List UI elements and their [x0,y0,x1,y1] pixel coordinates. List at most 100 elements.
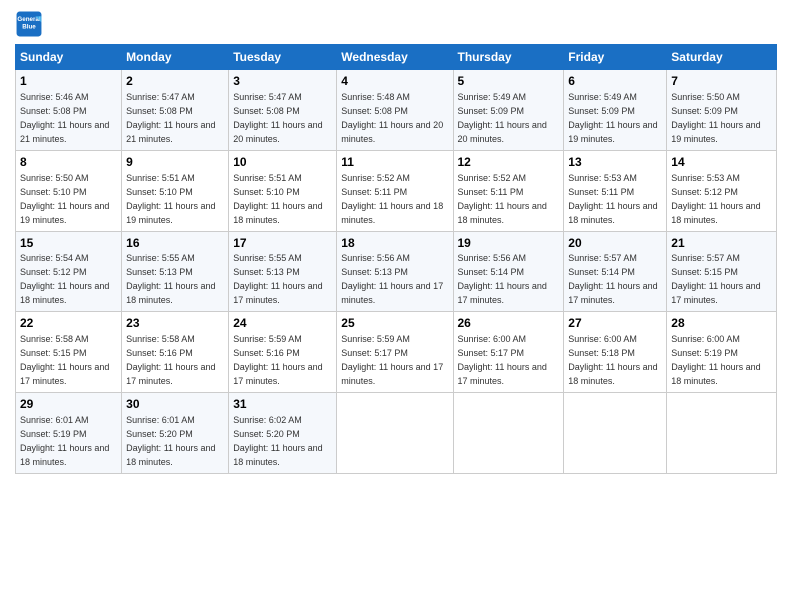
day-number: 8 [20,154,117,171]
calendar-cell: 26 Sunrise: 6:00 AMSunset: 5:17 PMDayligh… [453,312,564,393]
calendar-cell: 16Sunrise: 5:55 AMSunset: 5:13 PMDayligh… [122,231,229,312]
day-number: 3 [233,73,332,90]
day-detail: Sunrise: 5:51 AMSunset: 5:10 PMDaylight:… [126,173,215,225]
calendar-cell: 29 Sunrise: 6:01 AMSunset: 5:19 PMDayligh… [16,393,122,474]
calendar-cell: 21Sunrise: 5:57 AMSunset: 5:15 PMDayligh… [667,231,777,312]
day-detail: Sunrise: 6:01 AMSunset: 5:20 PMDaylight:… [126,415,215,467]
calendar-cell: 20Sunrise: 5:57 AMSunset: 5:14 PMDayligh… [564,231,667,312]
day-number: 21 [671,235,772,252]
day-number: 15 [20,235,117,252]
calendar-week-row: 22 Sunrise: 5:58 AMSunset: 5:15 PMDayligh… [16,312,777,393]
day-number: 30 [126,396,224,413]
calendar-cell: 14 Sunrise: 5:53 AMSunset: 5:12 PMDayligh… [667,150,777,231]
header-row: SundayMondayTuesdayWednesdayThursdayFrid… [16,45,777,70]
logo: General Blue [15,10,47,38]
weekday-header: Wednesday [337,45,453,70]
day-number: 19 [458,235,560,252]
day-number: 4 [341,73,448,90]
calendar-cell: 19Sunrise: 5:56 AMSunset: 5:14 PMDayligh… [453,231,564,312]
day-number: 2 [126,73,224,90]
day-number: 23 [126,315,224,332]
weekday-header: Saturday [667,45,777,70]
day-number: 7 [671,73,772,90]
day-number: 1 [20,73,117,90]
day-detail: Sunrise: 5:51 AMSunset: 5:10 PMDaylight:… [233,173,322,225]
day-detail: Sunrise: 6:00 AMSunset: 5:18 PMDaylight:… [568,334,657,386]
day-number: 12 [458,154,560,171]
calendar-cell: 2 Sunrise: 5:47 AMSunset: 5:08 PMDaylight… [122,70,229,151]
day-detail: Sunrise: 5:50 AMSunset: 5:09 PMDaylight:… [671,92,760,144]
day-detail: Sunrise: 5:47 AMSunset: 5:08 PMDaylight:… [233,92,322,144]
day-detail: Sunrise: 5:49 AMSunset: 5:09 PMDaylight:… [568,92,657,144]
day-detail: Sunrise: 5:55 AMSunset: 5:13 PMDaylight:… [126,253,215,305]
weekday-header: Tuesday [229,45,337,70]
day-detail: Sunrise: 6:00 AMSunset: 5:17 PMDaylight:… [458,334,547,386]
day-detail: Sunrise: 5:59 AMSunset: 5:17 PMDaylight:… [341,334,443,386]
calendar-week-row: 8 Sunrise: 5:50 AMSunset: 5:10 PMDaylight… [16,150,777,231]
day-number: 29 [20,396,117,413]
day-number: 22 [20,315,117,332]
calendar-cell: 5 Sunrise: 5:49 AMSunset: 5:09 PMDaylight… [453,70,564,151]
day-detail: Sunrise: 5:57 AMSunset: 5:15 PMDaylight:… [671,253,760,305]
calendar-header: SundayMondayTuesdayWednesdayThursdayFrid… [16,45,777,70]
day-detail: Sunrise: 5:46 AMSunset: 5:08 PMDaylight:… [20,92,109,144]
day-number: 26 [458,315,560,332]
weekday-header: Monday [122,45,229,70]
logo-icon: General Blue [15,10,43,38]
day-detail: Sunrise: 5:53 AMSunset: 5:11 PMDaylight:… [568,173,657,225]
day-detail: Sunrise: 5:56 AMSunset: 5:14 PMDaylight:… [458,253,547,305]
day-detail: Sunrise: 5:55 AMSunset: 5:13 PMDaylight:… [233,253,322,305]
day-detail: Sunrise: 5:58 AMSunset: 5:16 PMDaylight:… [126,334,215,386]
calendar-cell: 23 Sunrise: 5:58 AMSunset: 5:16 PMDayligh… [122,312,229,393]
day-detail: Sunrise: 6:02 AMSunset: 5:20 PMDaylight:… [233,415,322,467]
day-detail: Sunrise: 5:50 AMSunset: 5:10 PMDaylight:… [20,173,109,225]
calendar-cell: 24Sunrise: 5:59 AMSunset: 5:16 PMDayligh… [229,312,337,393]
calendar-cell: 11Sunrise: 5:52 AMSunset: 5:11 PMDayligh… [337,150,453,231]
day-detail: Sunrise: 5:56 AMSunset: 5:13 PMDaylight:… [341,253,443,305]
calendar-cell [667,393,777,474]
calendar-cell: 7 Sunrise: 5:50 AMSunset: 5:09 PMDaylight… [667,70,777,151]
day-number: 28 [671,315,772,332]
day-number: 13 [568,154,662,171]
day-detail: Sunrise: 5:47 AMSunset: 5:08 PMDaylight:… [126,92,215,144]
calendar-cell [564,393,667,474]
calendar-cell: 12Sunrise: 5:52 AMSunset: 5:11 PMDayligh… [453,150,564,231]
calendar-cell: 6Sunrise: 5:49 AMSunset: 5:09 PMDaylight… [564,70,667,151]
calendar-week-row: 15Sunrise: 5:54 AMSunset: 5:12 PMDayligh… [16,231,777,312]
day-detail: Sunrise: 5:54 AMSunset: 5:12 PMDaylight:… [20,253,109,305]
calendar-cell: 22 Sunrise: 5:58 AMSunset: 5:15 PMDayligh… [16,312,122,393]
calendar-cell: 25 Sunrise: 5:59 AMSunset: 5:17 PMDayligh… [337,312,453,393]
calendar-cell [337,393,453,474]
day-number: 10 [233,154,332,171]
svg-text:Blue: Blue [22,24,36,31]
calendar-cell: 31 Sunrise: 6:02 AMSunset: 5:20 PMDayligh… [229,393,337,474]
day-detail: Sunrise: 5:58 AMSunset: 5:15 PMDaylight:… [20,334,109,386]
day-detail: Sunrise: 5:49 AMSunset: 5:09 PMDaylight:… [458,92,547,144]
day-number: 5 [458,73,560,90]
calendar-cell [453,393,564,474]
day-number: 25 [341,315,448,332]
day-number: 31 [233,396,332,413]
day-detail: Sunrise: 5:53 AMSunset: 5:12 PMDaylight:… [671,173,760,225]
calendar-table: SundayMondayTuesdayWednesdayThursdayFrid… [15,44,777,474]
day-number: 27 [568,315,662,332]
day-detail: Sunrise: 6:01 AMSunset: 5:19 PMDaylight:… [20,415,109,467]
day-detail: Sunrise: 6:00 AMSunset: 5:19 PMDaylight:… [671,334,760,386]
day-detail: Sunrise: 5:48 AMSunset: 5:08 PMDaylight:… [341,92,443,144]
page-container: General Blue SundayMondayTuesdayWednesda… [0,0,792,484]
day-detail: Sunrise: 5:57 AMSunset: 5:14 PMDaylight:… [568,253,657,305]
calendar-cell: 18Sunrise: 5:56 AMSunset: 5:13 PMDayligh… [337,231,453,312]
day-detail: Sunrise: 5:59 AMSunset: 5:16 PMDaylight:… [233,334,322,386]
day-number: 14 [671,154,772,171]
calendar-cell: 17Sunrise: 5:55 AMSunset: 5:13 PMDayligh… [229,231,337,312]
calendar-cell: 3 Sunrise: 5:47 AMSunset: 5:08 PMDaylight… [229,70,337,151]
calendar-body: 1 Sunrise: 5:46 AMSunset: 5:08 PMDaylight… [16,70,777,474]
calendar-cell: 28 Sunrise: 6:00 AMSunset: 5:19 PMDayligh… [667,312,777,393]
day-number: 16 [126,235,224,252]
day-number: 9 [126,154,224,171]
calendar-cell: 30 Sunrise: 6:01 AMSunset: 5:20 PMDayligh… [122,393,229,474]
day-number: 11 [341,154,448,171]
day-number: 20 [568,235,662,252]
calendar-cell: 1 Sunrise: 5:46 AMSunset: 5:08 PMDaylight… [16,70,122,151]
calendar-week-row: 1 Sunrise: 5:46 AMSunset: 5:08 PMDaylight… [16,70,777,151]
